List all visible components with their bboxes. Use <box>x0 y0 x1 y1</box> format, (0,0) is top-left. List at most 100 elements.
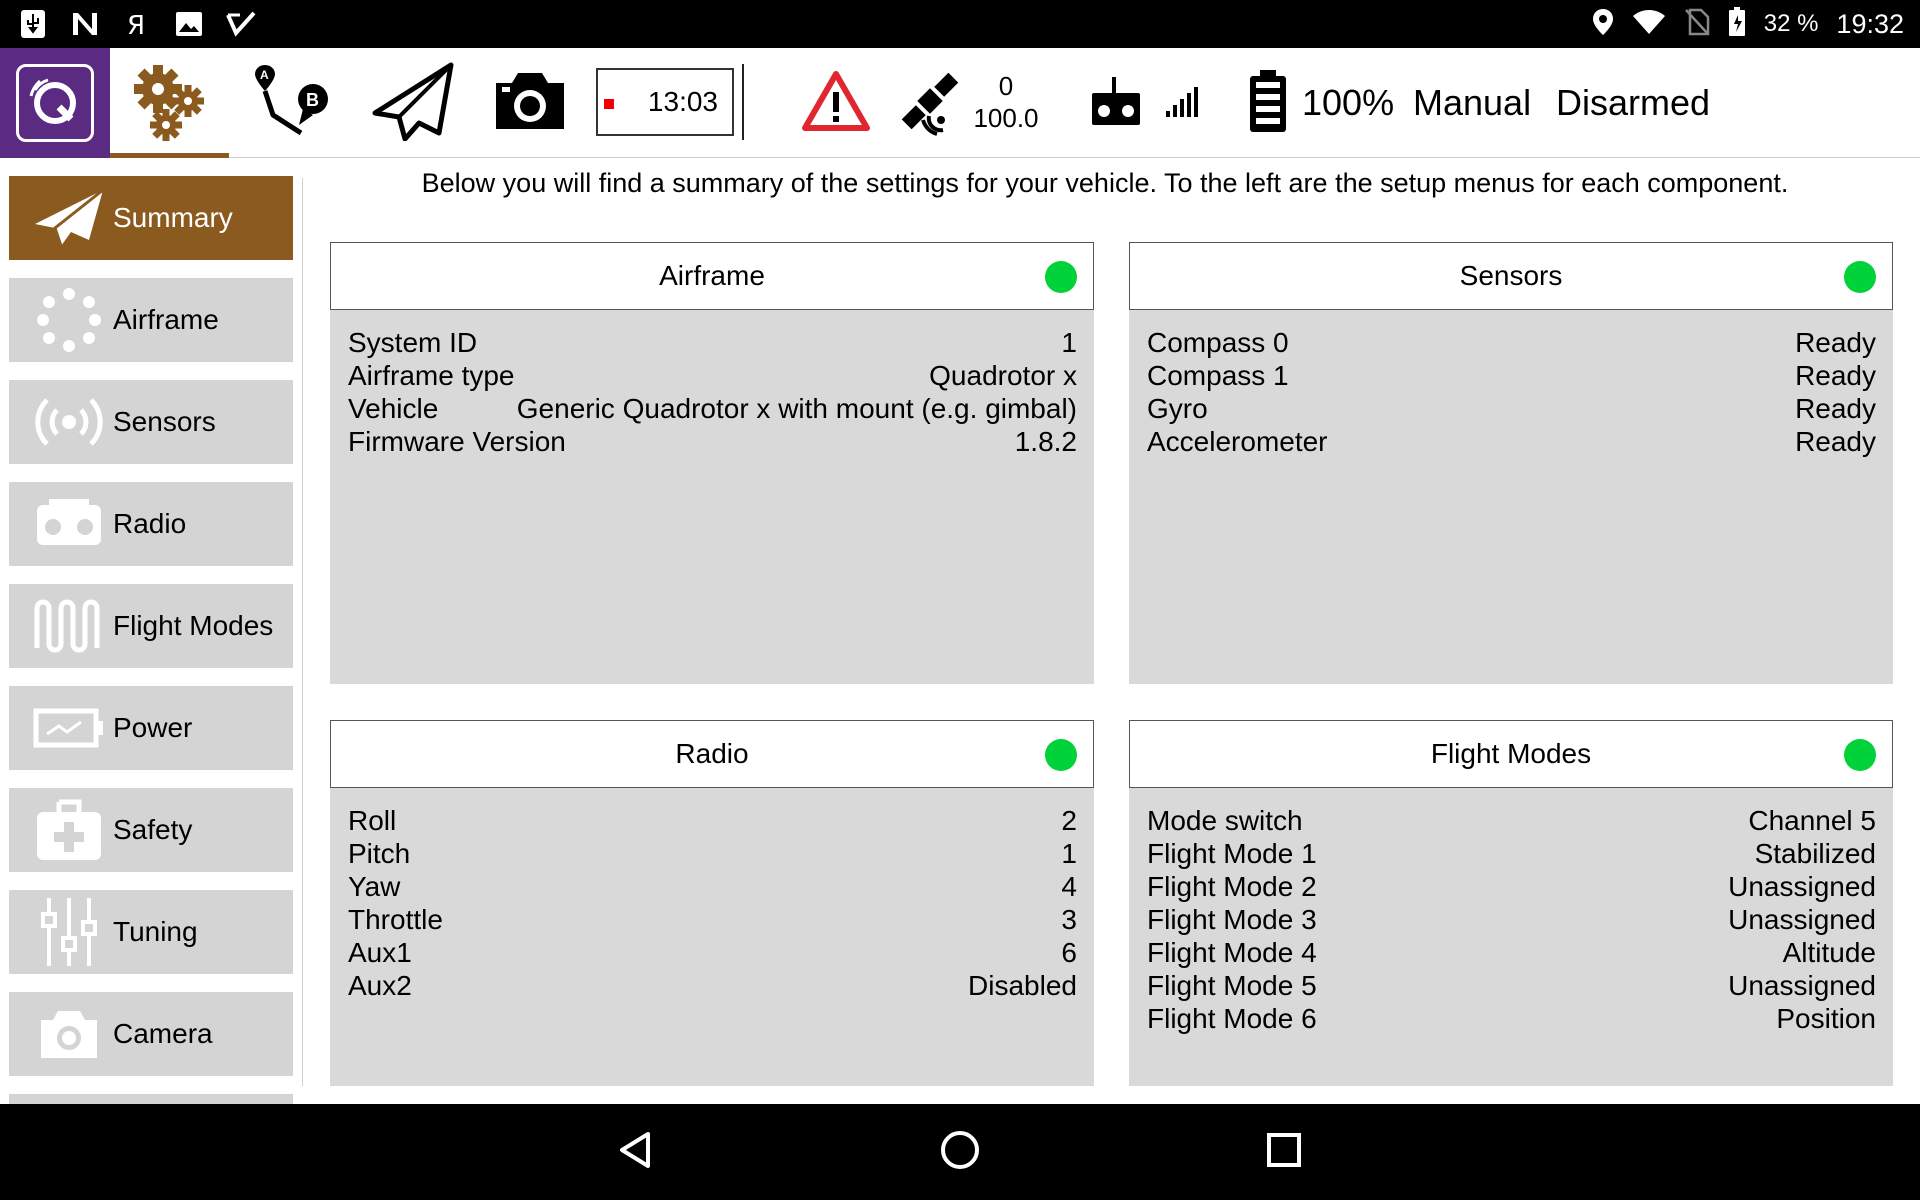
panel-title: Radio <box>675 738 749 769</box>
svg-text:B: B <box>306 90 319 110</box>
sidebar-item-power[interactable]: Power <box>9 686 293 770</box>
row-label: Accelerometer <box>1147 426 1328 457</box>
row-label: System ID <box>348 327 478 358</box>
status-indicator <box>1844 261 1876 293</box>
panel-row: System ID 1 <box>348 326 1077 359</box>
sidebar-item-safety[interactable]: Safety <box>9 788 293 872</box>
wifi-icon <box>1632 9 1666 40</box>
safety-icon <box>31 799 107 860</box>
rc-indicator[interactable] <box>1084 48 1148 158</box>
sidebar-item-label: Flight Modes <box>113 610 274 641</box>
camera-view-button[interactable] <box>480 48 580 158</box>
row-value: 4 <box>1061 871 1077 902</box>
tuning-icon <box>31 898 107 966</box>
no-sim-icon <box>1684 8 1710 41</box>
panel-title: Sensors <box>1459 260 1563 291</box>
battery-indicator[interactable] <box>1236 48 1300 158</box>
row-label: Mode switch <box>1147 805 1303 836</box>
panel-row: Flight Mode 4 Altitude <box>1147 936 1876 969</box>
panel-row: Accelerometer Ready <box>1147 425 1876 458</box>
usb-icon <box>18 9 48 39</box>
arm-state-button[interactable]: Disarmed <box>1556 48 1710 158</box>
panel-row: Airframe type Quadrotor x <box>348 359 1077 392</box>
panel-row: Throttle 3 <box>348 903 1077 936</box>
toolbar-divider <box>742 64 744 140</box>
panel-row: Vehicle Generic Quadrotor x with mount (e… <box>348 392 1077 425</box>
plan-view-button[interactable]: A B <box>240 48 345 158</box>
svg-text:Я: Я <box>127 11 145 38</box>
sidebar-item-airframe[interactable]: Airframe <box>9 278 293 362</box>
rc-signal-strength <box>1160 48 1204 158</box>
fly-view-button[interactable] <box>360 48 465 158</box>
row-label: Airframe type <box>348 360 515 391</box>
row-value: Altitude <box>1782 937 1876 968</box>
panel-row: Flight Mode 2 Unassigned <box>1147 870 1876 903</box>
sidebar-item-sensors[interactable]: Sensors <box>9 380 293 464</box>
panel-header[interactable]: Flight Modes <box>1129 720 1893 788</box>
power-icon <box>31 698 107 758</box>
qgc-logo-button[interactable] <box>0 48 110 158</box>
paper-plane-icon <box>31 188 107 248</box>
row-label: Flight Mode 2 <box>1147 871 1317 902</box>
panel-header[interactable]: Sensors <box>1129 242 1893 310</box>
sidebar-item-more[interactable] <box>9 1094 293 1104</box>
row-value: 6 <box>1061 937 1077 968</box>
flight-modes-icon <box>31 596 107 656</box>
panel-row: Aux1 6 <box>348 936 1077 969</box>
row-value: 1 <box>1061 327 1077 358</box>
sidebar-item-flight-modes[interactable]: Flight Modes <box>9 584 293 668</box>
sidebar-item-summary[interactable]: Summary <box>9 176 293 260</box>
row-label: Flight Mode 1 <box>1147 838 1317 869</box>
sidebar-item-label: Airframe <box>113 304 219 335</box>
panel-header[interactable]: Airframe <box>330 242 1094 310</box>
route-a-b-icon: A B <box>251 61 335 146</box>
messages-indicator[interactable] <box>796 48 876 158</box>
back-button[interactable] <box>588 1104 684 1200</box>
qgc-logo-icon <box>16 64 94 142</box>
row-value: Ready <box>1795 360 1876 391</box>
recording-indicator <box>604 99 614 109</box>
svg-text:A: A <box>260 68 269 82</box>
panel-body: System ID 1 Airframe type Quadrotor x Vehi… <box>330 310 1094 684</box>
panel-header[interactable]: Radio <box>330 720 1094 788</box>
android-nav-bar <box>0 1104 1920 1200</box>
panel-row: Yaw 4 <box>348 870 1077 903</box>
warning-icon <box>801 70 871 137</box>
sidebar-item-radio[interactable]: Radio <box>9 482 293 566</box>
recents-button[interactable] <box>1236 1104 1332 1200</box>
sensors-icon <box>31 392 107 452</box>
battery-charging-icon <box>1728 6 1746 42</box>
sidebar-item-camera[interactable]: Camera <box>9 992 293 1076</box>
row-value: Ready <box>1795 426 1876 457</box>
row-label: Vehicle <box>348 393 439 424</box>
camera-icon <box>31 1004 107 1064</box>
panel-row: Flight Mode 5 Unassigned <box>1147 969 1876 1002</box>
row-value: 1.8.2 <box>1014 426 1077 457</box>
flight-mode-selector[interactable]: Manual <box>1413 48 1531 158</box>
sidebar-item-tuning[interactable]: Tuning <box>9 890 293 974</box>
gps-indicator[interactable] <box>892 48 968 158</box>
row-value: Disabled <box>968 970 1077 1001</box>
row-value: Ready <box>1795 327 1876 358</box>
signal-bars-icon <box>1164 83 1200 124</box>
row-value: Generic Quadrotor x with mount (e.g. gim… <box>516 393 1077 424</box>
row-label: Flight Mode 4 <box>1147 937 1317 968</box>
vehicle-setup-button[interactable] <box>110 48 229 158</box>
gears-icon <box>130 61 210 146</box>
sidebar-item-label: Radio <box>113 508 187 539</box>
row-value: Unassigned <box>1728 904 1876 935</box>
home-button[interactable] <box>912 1104 1008 1200</box>
paper-plane-icon <box>371 61 455 146</box>
panel-row: Compass 0 Ready <box>1147 326 1876 359</box>
gps-hdop: 100.0 <box>973 103 1039 133</box>
n-icon <box>70 9 100 39</box>
row-label: Yaw <box>348 871 401 902</box>
row-value: 2 <box>1061 805 1077 836</box>
yandex-icon: Я <box>122 9 152 39</box>
row-label: Compass 1 <box>1147 360 1289 391</box>
location-icon <box>1592 8 1614 41</box>
row-value: Stabilized <box>1754 838 1876 869</box>
image-icon <box>174 9 204 39</box>
row-label: Compass 0 <box>1147 327 1289 358</box>
status-indicator <box>1844 739 1876 771</box>
